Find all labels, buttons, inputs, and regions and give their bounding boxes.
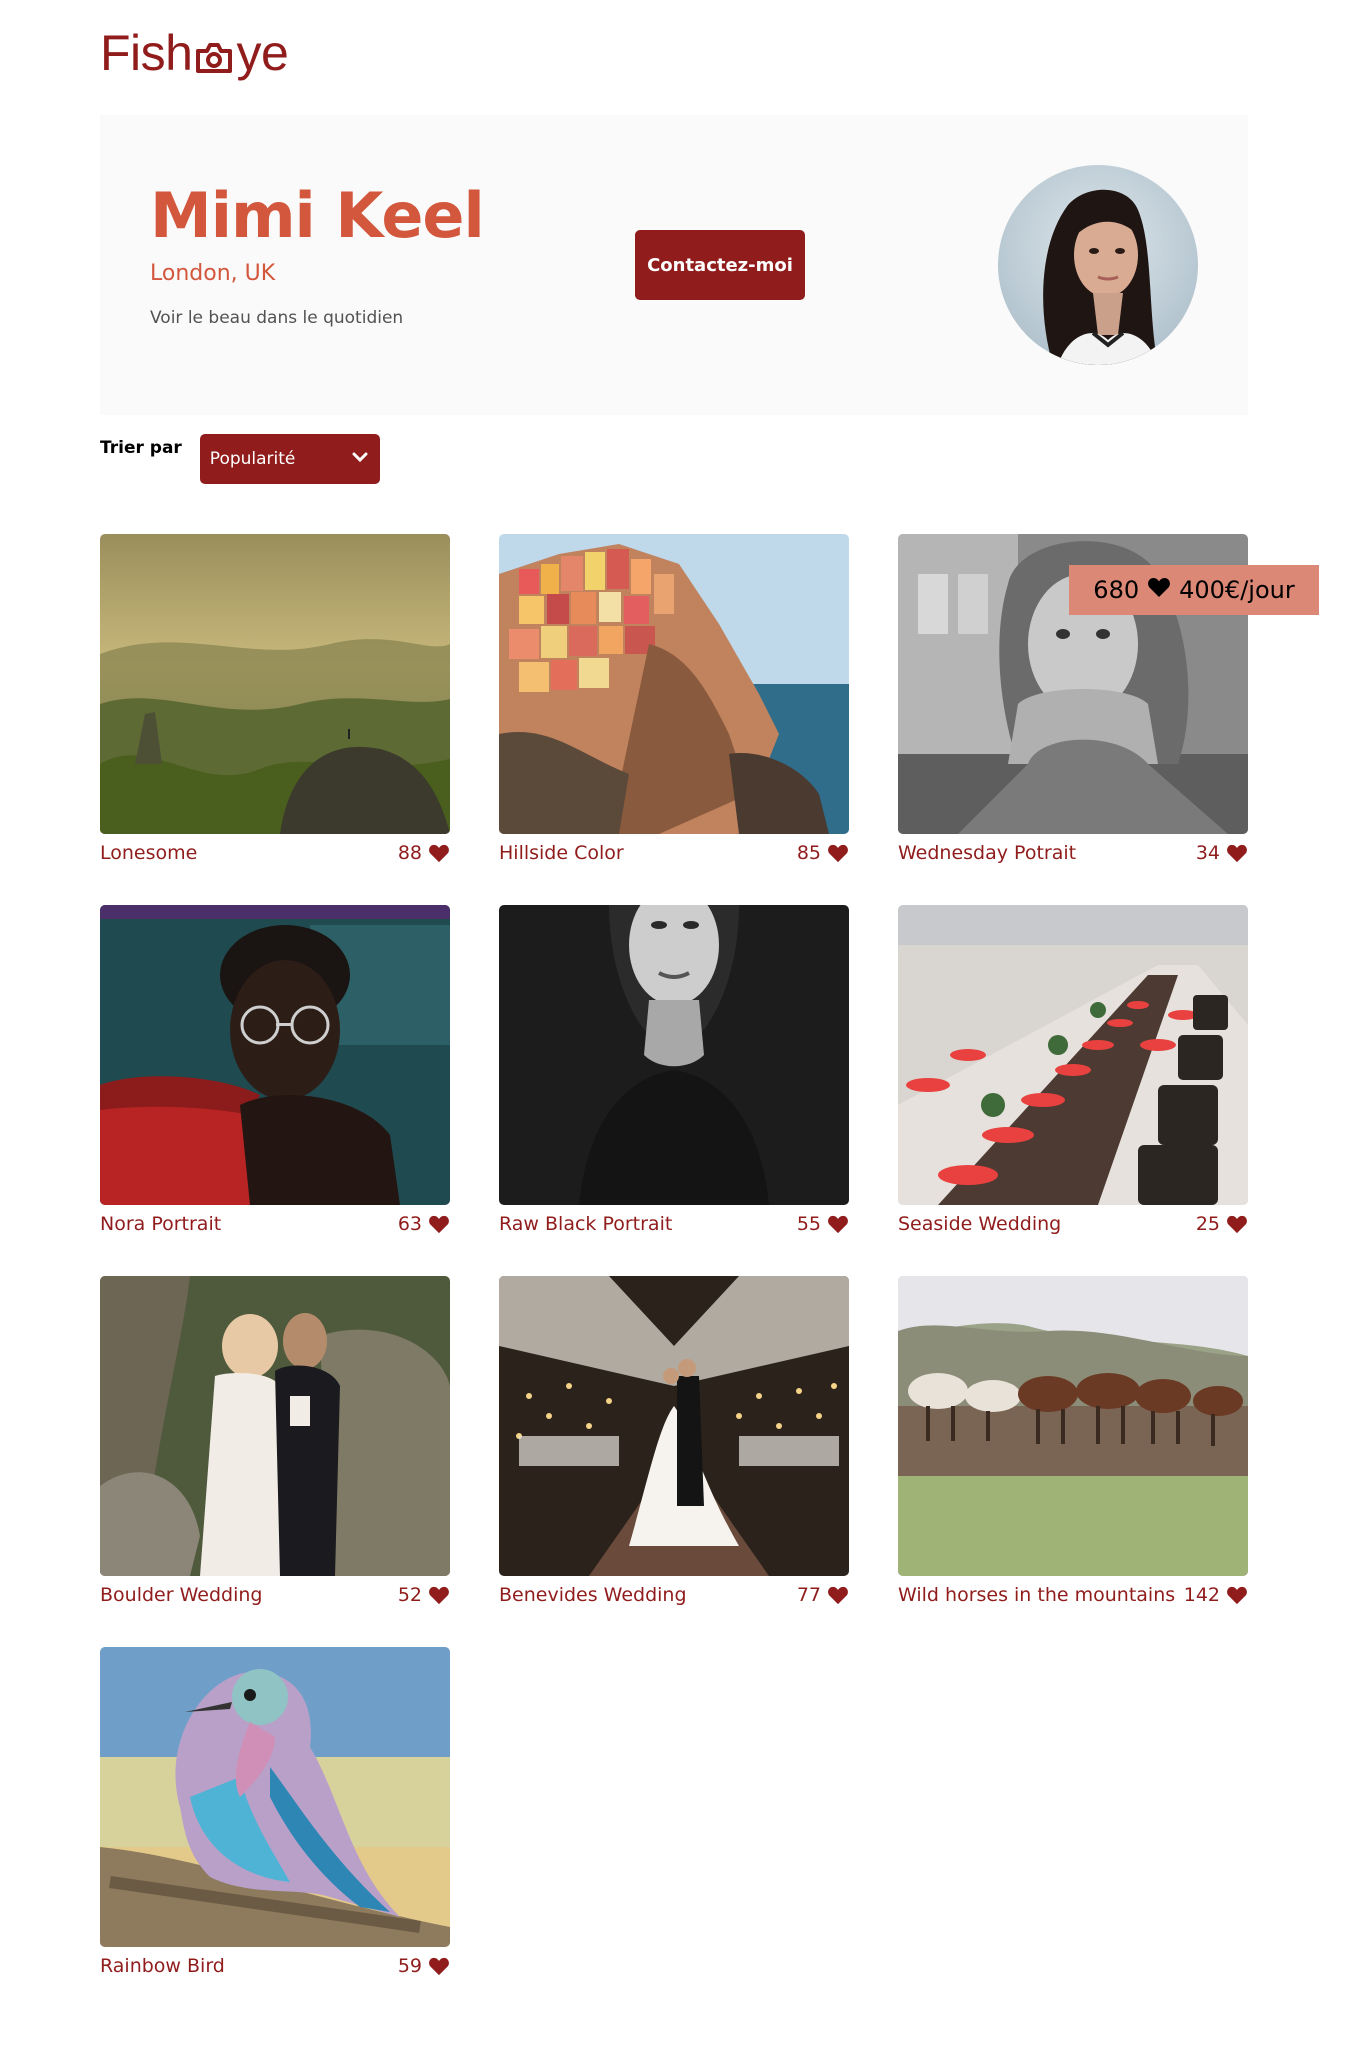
media-likes: 52	[398, 1584, 450, 1606]
media-title: Rainbow Bird	[100, 1955, 225, 1977]
likes-count: 52	[397, 1584, 422, 1606]
media-image-nora-portrait[interactable]	[100, 905, 450, 1205]
media-info: Boulder Wedding 52	[100, 1584, 450, 1606]
camera-icon	[194, 35, 234, 75]
likes-count: 25	[1195, 1213, 1220, 1235]
media-card: Lonesome 88	[100, 534, 450, 875]
media-image-boulder-wedding[interactable]	[100, 1276, 450, 1576]
photographer-stats: 680 400€/jour	[1069, 565, 1319, 615]
photographer-location: London, UK	[150, 261, 276, 286]
heart-icon[interactable]	[827, 1214, 849, 1234]
photographer-tagline: Voir le beau dans le quotidien	[150, 308, 404, 328]
contact-button[interactable]: Contactez-moi	[635, 230, 805, 300]
photographer-avatar	[998, 165, 1198, 365]
daily-price: 400€/jour	[1179, 576, 1295, 604]
heart-icon[interactable]	[827, 843, 849, 863]
sort-selected-value: Popularité	[209, 449, 296, 469]
media-image-lonesome[interactable]	[100, 534, 450, 834]
media-card: Benevides Wedding 77	[499, 1276, 849, 1617]
media-title: Nora Portrait	[100, 1213, 222, 1235]
media-title: Seaside Wedding	[898, 1213, 1062, 1235]
likes-count: 59	[397, 1955, 422, 1977]
fisheye-logo[interactable]: Fish ye	[100, 25, 289, 81]
sort-bar: Trier par Popularité	[100, 434, 380, 484]
media-info: Rainbow Bird 59	[100, 1955, 450, 1977]
media-image-raw-black-portrait[interactable]	[499, 905, 849, 1205]
media-card: Nora Portrait 63	[100, 905, 450, 1246]
heart-icon	[1147, 576, 1171, 604]
media-card: Hillside Color 85	[499, 534, 849, 875]
media-title: Benevides Wedding	[499, 1584, 687, 1606]
logo-text-left: Fish	[100, 25, 193, 81]
likes-count: 88	[397, 842, 422, 864]
media-card: Seaside Wedding 25	[898, 905, 1248, 1246]
likes-count: 34	[1195, 842, 1220, 864]
photographer-header: Mimi Keel London, UK Voir le beau dans l…	[100, 115, 1248, 415]
heart-icon[interactable]	[428, 1214, 450, 1234]
likes-count: 55	[796, 1213, 821, 1235]
media-card: Rainbow Bird 59	[100, 1647, 450, 1988]
media-likes: 85	[797, 842, 849, 864]
media-title: Hillside Color	[499, 842, 624, 864]
media-info: Nora Portrait 63	[100, 1213, 450, 1235]
heart-icon[interactable]	[428, 1585, 450, 1605]
media-card: Raw Black Portrait 55	[499, 905, 849, 1246]
chevron-down-icon	[352, 449, 368, 469]
media-likes: 25	[1196, 1213, 1248, 1235]
media-image-benevides-wedding[interactable]	[499, 1276, 849, 1576]
heart-icon[interactable]	[1226, 843, 1248, 863]
media-image-wild-horses[interactable]	[898, 1276, 1248, 1576]
likes-count: 85	[796, 842, 821, 864]
media-likes: 88	[398, 842, 450, 864]
heart-icon[interactable]	[1226, 1585, 1248, 1605]
sort-label: Trier par	[100, 438, 182, 458]
media-card: Boulder Wedding 52	[100, 1276, 450, 1617]
media-info: Wild horses in the mountains 142	[898, 1584, 1248, 1606]
media-info: Seaside Wedding 25	[898, 1213, 1248, 1235]
media-info: Benevides Wedding 77	[499, 1584, 849, 1606]
site-header: Fish ye	[100, 22, 289, 84]
photographer-name: Mimi Keel	[150, 179, 485, 252]
media-likes: 142	[1184, 1584, 1248, 1606]
sort-select[interactable]: Popularité	[199, 434, 380, 484]
media-title: Lonesome	[100, 842, 198, 864]
media-likes: 34	[1196, 842, 1248, 864]
media-title: Boulder Wedding	[100, 1584, 263, 1606]
media-title: Raw Black Portrait	[499, 1213, 673, 1235]
media-likes: 63	[398, 1213, 450, 1235]
media-image-hillside-color[interactable]	[499, 534, 849, 834]
media-image-rainbow-bird[interactable]	[100, 1647, 450, 1947]
media-info: Hillside Color 85	[499, 842, 849, 864]
media-info: Lonesome 88	[100, 842, 450, 864]
media-info: Raw Black Portrait 55	[499, 1213, 849, 1235]
likes-count: 142	[1183, 1584, 1220, 1606]
likes-count: 63	[397, 1213, 422, 1235]
media-title: Wednesday Potrait	[898, 842, 1077, 864]
heart-icon[interactable]	[428, 1956, 450, 1976]
heart-icon[interactable]	[827, 1585, 849, 1605]
media-card: Wild horses in the mountains 142	[898, 1276, 1248, 1617]
media-info: Wednesday Potrait 34	[898, 842, 1248, 864]
media-likes: 77	[797, 1584, 849, 1606]
media-likes: 59	[398, 1955, 450, 1977]
media-likes: 55	[797, 1213, 849, 1235]
media-gallery: Lonesome 88 Hillside Color 85 Wednesday …	[100, 534, 1248, 1988]
photographer-info: Mimi Keel London, UK Voir le beau dans l…	[150, 179, 485, 329]
likes-count: 77	[796, 1584, 821, 1606]
media-title: Wild horses in the mountains	[898, 1584, 1176, 1606]
heart-icon[interactable]	[1226, 1214, 1248, 1234]
total-likes: 680	[1093, 576, 1140, 604]
logo-text-right: ye	[236, 25, 289, 81]
heart-icon[interactable]	[428, 843, 450, 863]
media-image-seaside-wedding[interactable]	[898, 905, 1248, 1205]
